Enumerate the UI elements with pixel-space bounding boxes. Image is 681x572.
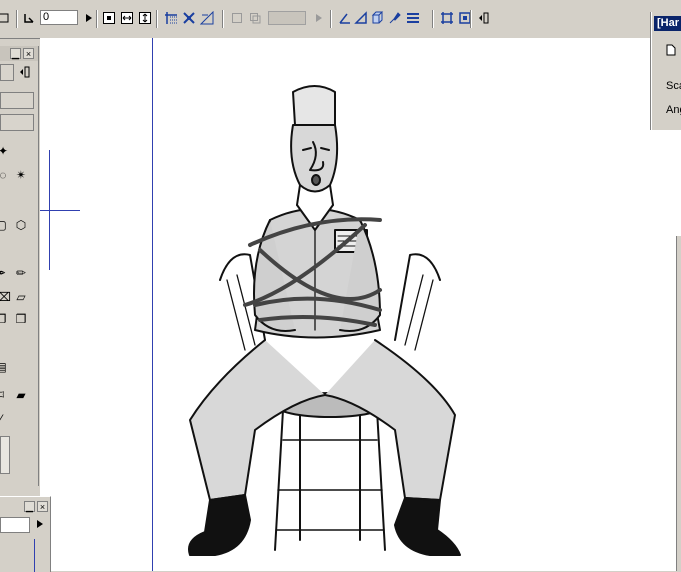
- document-icon[interactable]: [666, 44, 676, 59]
- toolbar-separator: [432, 10, 433, 28]
- properties-panel: [Har Sca Ang: [651, 12, 681, 130]
- tools-panel-title: ▁ ×: [0, 46, 38, 61]
- stamp-icon[interactable]: ❒: [14, 312, 28, 326]
- dot-icon[interactable]: [100, 9, 118, 27]
- page-guide-line: [152, 38, 153, 571]
- grid-icon[interactable]: [162, 9, 180, 27]
- navigator-field[interactable]: [0, 517, 30, 533]
- minimize-icon[interactable]: ▁: [10, 48, 21, 59]
- main-toolbar: 0: [0, 0, 681, 39]
- paint-icon[interactable]: [386, 9, 404, 27]
- color-swatch[interactable]: [0, 436, 10, 474]
- toolbar-separator: [156, 10, 157, 28]
- right-scrollbar[interactable]: [676, 236, 681, 571]
- dimension-field[interactable]: [268, 11, 306, 25]
- fill-icon[interactable]: ⌑: [0, 388, 8, 402]
- layers-icon[interactable]: ▤: [0, 360, 8, 374]
- play-icon-gray[interactable]: [310, 9, 328, 27]
- scale-label: Sca: [666, 80, 681, 92]
- toolbar-separator: [470, 10, 471, 28]
- tool-option-field[interactable]: [0, 64, 14, 81]
- pointer-icon[interactable]: ✦: [0, 144, 10, 158]
- zoom-input[interactable]: 0: [40, 10, 78, 25]
- horizontal-arrows-icon[interactable]: [118, 9, 136, 27]
- clone-icon[interactable]: ❐: [0, 312, 8, 326]
- toolbar-row: 0: [0, 8, 681, 32]
- toolbar-separator: [96, 10, 97, 28]
- lasso-icon[interactable]: ◌: [0, 168, 10, 182]
- magic-wand-icon[interactable]: ✴: [14, 168, 28, 182]
- align-box-icon[interactable]: [456, 9, 474, 27]
- measure-icon[interactable]: [198, 9, 216, 27]
- brush-icon[interactable]: ⌫: [0, 290, 11, 304]
- tool-field-1[interactable]: [0, 92, 34, 109]
- layer-icon[interactable]: [0, 9, 12, 27]
- crosshair-vertical: [49, 150, 50, 270]
- properties-panel-title: [Har: [654, 16, 681, 31]
- vertical-arrows-icon[interactable]: [136, 9, 154, 27]
- tool-field-2[interactable]: [0, 114, 34, 131]
- pencil-icon[interactable]: ✏: [14, 266, 28, 280]
- dropper-icon[interactable]: ⁄: [0, 412, 8, 426]
- cube-icon[interactable]: [368, 9, 386, 27]
- rectangle-icon[interactable]: ▢: [0, 218, 8, 232]
- illustration-tied-man-on-chair: [188, 85, 461, 556]
- arrow-icon[interactable]: [20, 9, 38, 27]
- crosshair-horizontal: [40, 210, 80, 211]
- close-icon[interactable]: ×: [23, 48, 34, 59]
- toolbar-separator: [330, 10, 331, 28]
- pen-icon[interactable]: ✒: [0, 266, 8, 280]
- navigator-panel: ▁ ×: [0, 496, 51, 572]
- tools-panel: ▁ × ✦ ◌ ✴ ▢ ⬡ ✒ ✏ ⌫ ▱ ❐ ❒ ▤ ⌑ ▰ ⁄: [0, 46, 39, 486]
- options-icon[interactable]: [18, 66, 32, 80]
- snap-icon[interactable]: [180, 9, 198, 27]
- angle-label: Ang: [666, 104, 681, 116]
- toolbar-separator: [16, 10, 17, 28]
- eraser-icon[interactable]: ▱: [14, 290, 28, 304]
- toolbar-separator: [222, 10, 223, 28]
- gradient-icon[interactable]: ▰: [14, 388, 28, 402]
- guide-line: [34, 539, 35, 572]
- play-icon[interactable]: [36, 519, 44, 532]
- align-icon[interactable]: [404, 9, 422, 27]
- close-icon[interactable]: ×: [37, 501, 48, 512]
- copy-icon[interactable]: [246, 9, 264, 27]
- panel-icon[interactable]: [474, 9, 492, 27]
- polygon-icon[interactable]: ⬡: [14, 218, 28, 232]
- frame-icon[interactable]: [438, 9, 456, 27]
- box-icon[interactable]: [228, 9, 246, 27]
- minimize-icon[interactable]: ▁: [24, 501, 35, 512]
